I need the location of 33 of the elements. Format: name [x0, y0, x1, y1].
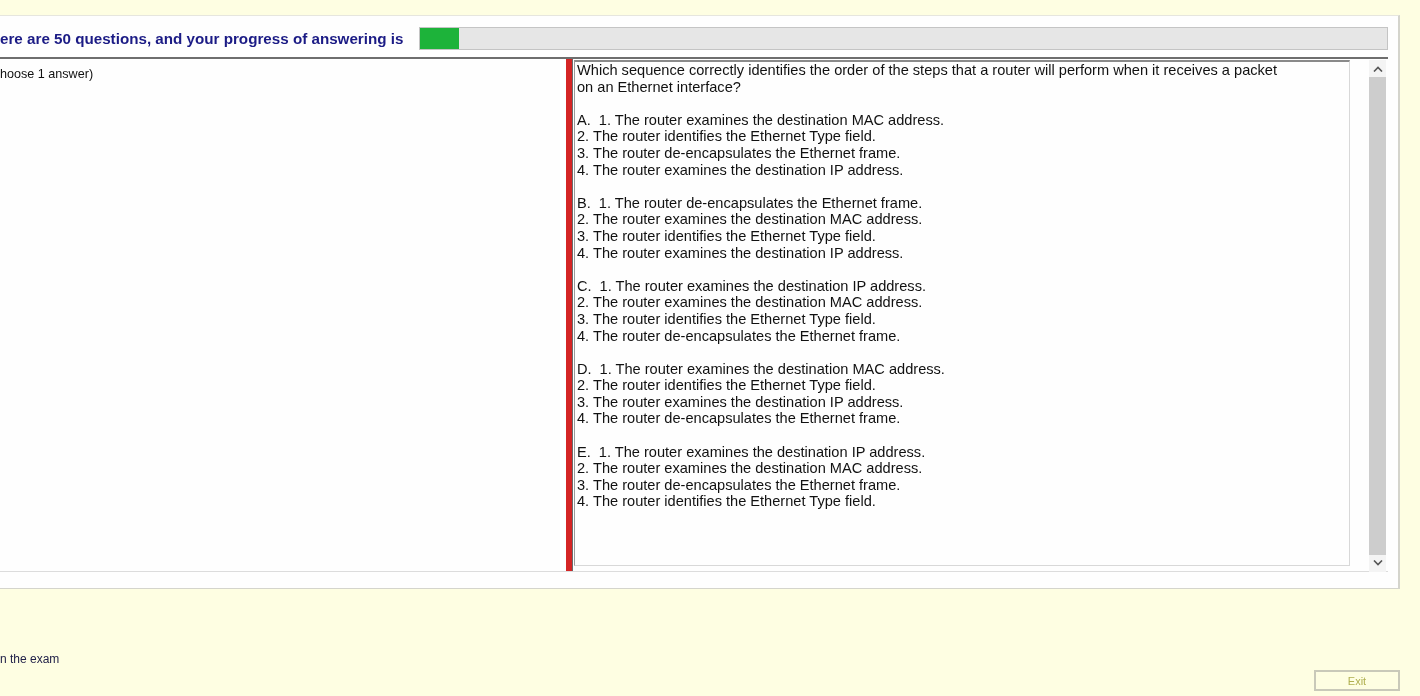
- scroll-down-icon[interactable]: [1372, 560, 1383, 566]
- option-step: 3. The router de-encapsulates the Ethernet frame.: [577, 144, 901, 162]
- option-step: 1. The router examines the destination MAC address.: [598, 111, 945, 129]
- option-step: 2. The router identifies the Ethernet Type field.: [577, 377, 876, 394]
- option-letter: D.: [577, 360, 592, 378]
- option-step: 2. The router examines the destination MAC address.: [577, 460, 923, 477]
- option-step: 1. The router examines the destination MAC address.: [599, 360, 945, 378]
- option-step: 2. The router identifies the Ethernet Type field.: [577, 128, 876, 145]
- splitter-handle[interactable]: [566, 59, 573, 571]
- option-step: 4. The router identifies the Ethernet Type field.: [577, 493, 876, 511]
- option-step: 4. The router examines the destination IP address.: [577, 244, 904, 262]
- question-textbox[interactable]: [574, 60, 1350, 566]
- option-step: 2. The router examines the destination MAC address.: [577, 211, 923, 228]
- instruction-text: hoose 1 answer): [0, 67, 94, 81]
- option-step: 4. The router de-encapsulates the Ethernet frame.: [577, 327, 901, 345]
- option-step: 4. The router de-encapsulates the Ethernet frame.: [577, 410, 901, 428]
- option-step: 3. The router examines the destination IP address.: [577, 393, 904, 411]
- footer-text: n the exam: [0, 652, 60, 666]
- option-letter: B.: [577, 194, 591, 212]
- question-text: Which sequence correctly identifies the order of the steps that a router will perform when it receives a packet on an Ethernet interface?: [577, 62, 1279, 96]
- option-step: 4. The router examines the destination IP address.: [577, 161, 904, 179]
- progress-caption: ere are 50 questions, and your progress of answering is: [0, 30, 404, 47]
- option-step: 1. The router examines the destination IP address.: [599, 277, 926, 295]
- scroll-up-icon[interactable]: [1372, 66, 1383, 72]
- option-step: 1. The router de-encapsulates the Ethernet frame.: [598, 194, 923, 212]
- option-step: 3. The router de-encapsulates the Ethernet frame.: [577, 476, 901, 494]
- option-step: 3. The router identifies the Ethernet Type field.: [577, 227, 876, 245]
- option-letter: E.: [577, 443, 591, 461]
- option-step: 1. The router examines the destination IP address.: [598, 443, 926, 461]
- option-step: 3. The router identifies the Ethernet Type field.: [577, 310, 876, 328]
- option-letter: A.: [577, 111, 591, 129]
- option-letter: C.: [577, 277, 592, 295]
- option-step: 2. The router examines the destination MAC address.: [577, 294, 923, 311]
